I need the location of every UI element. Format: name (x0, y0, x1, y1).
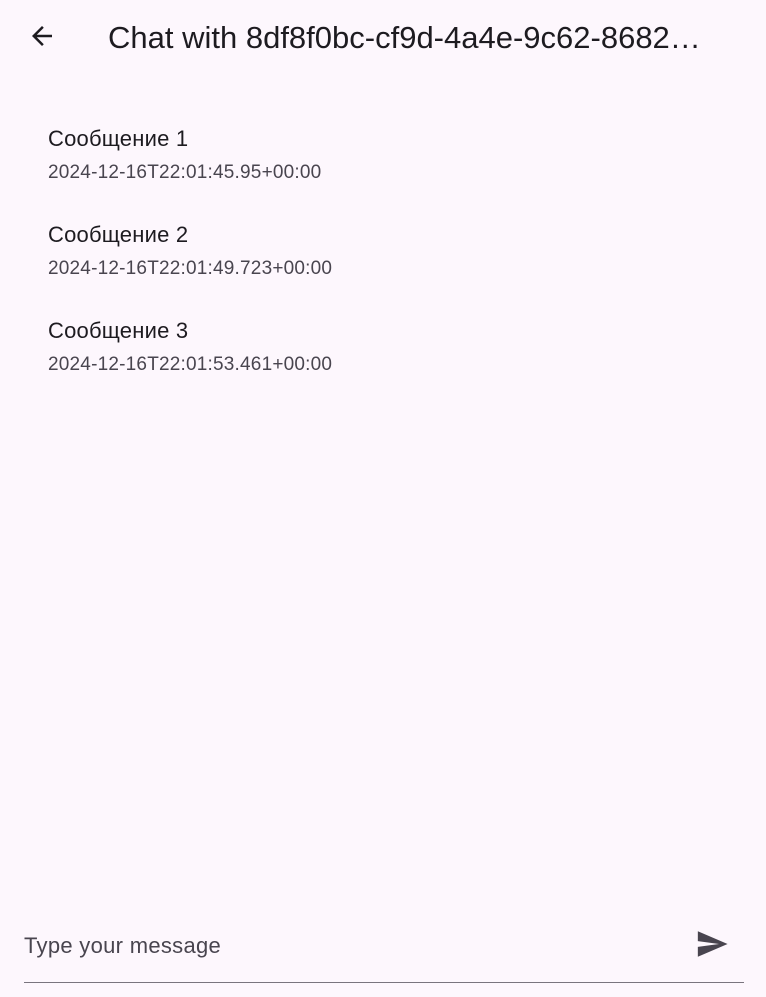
list-item[interactable]: Сообщение 2 2024-12-16T22:01:49.723+00:0… (0, 206, 766, 302)
list-item[interactable]: Сообщение 3 2024-12-16T22:01:53.461+00:0… (0, 302, 766, 398)
message-text: Сообщение 3 (48, 318, 189, 343)
back-button[interactable] (18, 14, 66, 62)
message-timestamp: 2024-12-16T22:01:45.95+00:00 (48, 162, 322, 183)
message-text: Сообщение 2 (48, 222, 189, 247)
send-icon (695, 927, 729, 966)
message-text: Сообщение 1 (48, 126, 189, 151)
message-input[interactable] (24, 924, 664, 968)
arrow-back-icon (27, 21, 57, 56)
message-list: Сообщение 1 2024-12-16T22:01:45.95+00:00… (0, 110, 766, 398)
message-composer (24, 912, 744, 983)
message-timestamp: 2024-12-16T22:01:49.723+00:00 (48, 258, 333, 279)
send-button[interactable] (688, 922, 736, 970)
message-timestamp: 2024-12-16T22:01:53.461+00:00 (48, 354, 333, 375)
app-bar: Chat with 8df8f0bc-cf9d-4a4e-9c62-8682… (0, 0, 766, 78)
list-item[interactable]: Сообщение 1 2024-12-16T22:01:45.95+00:00 (0, 110, 766, 206)
page-title: Chat with 8df8f0bc-cf9d-4a4e-9c62-8682… (108, 20, 701, 55)
